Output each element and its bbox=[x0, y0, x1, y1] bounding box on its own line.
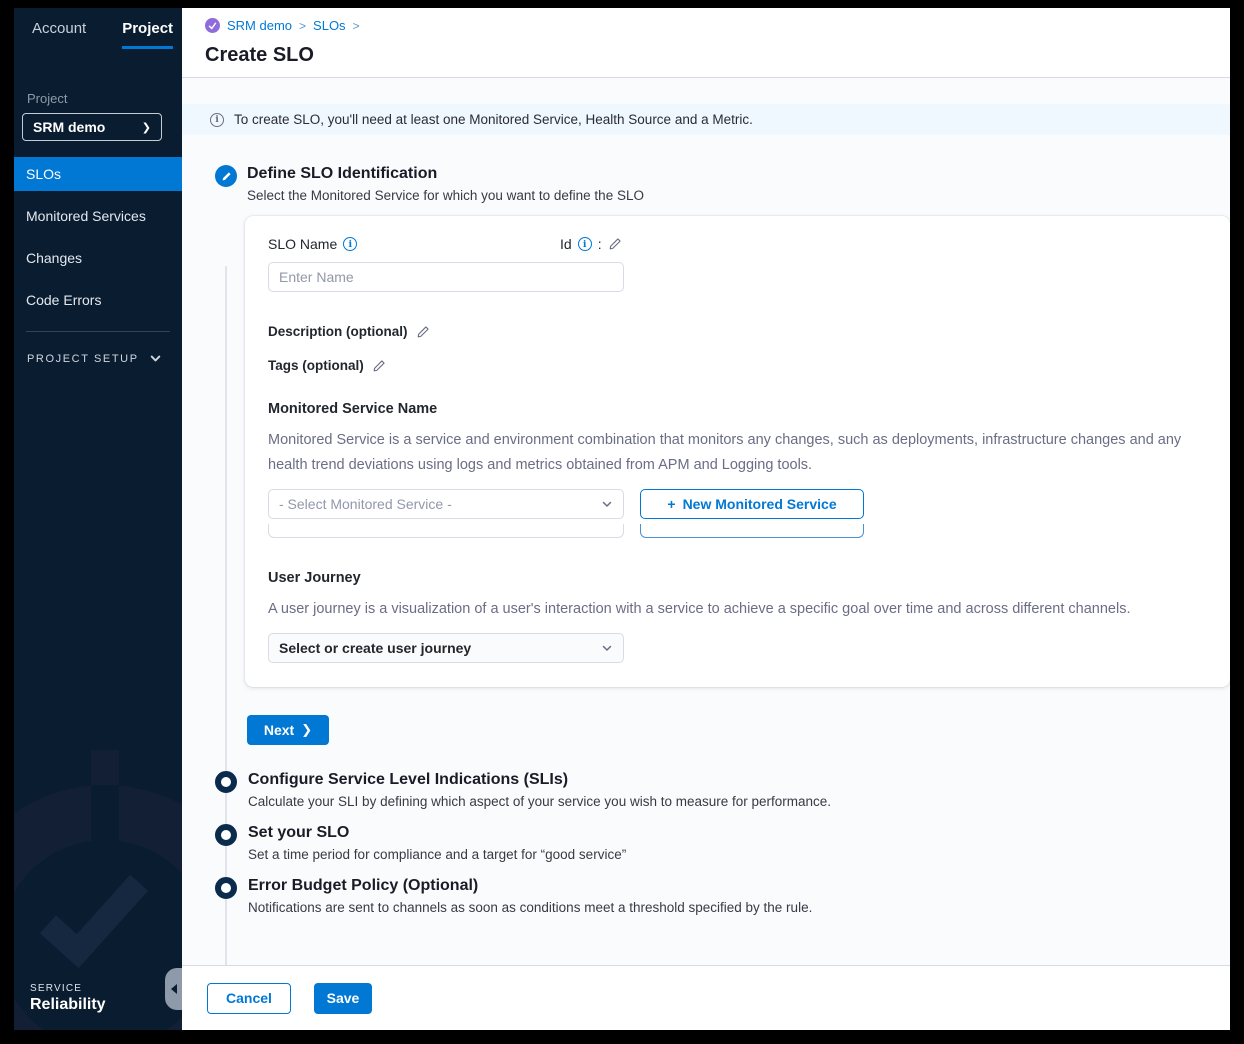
sidebar-divider bbox=[26, 331, 170, 332]
slo-name-input[interactable] bbox=[268, 262, 624, 292]
srm-module-icon bbox=[205, 18, 220, 33]
sidebar-item-monitored-services[interactable]: Monitored Services bbox=[14, 199, 182, 233]
step1-title: Define SLO Identification bbox=[247, 165, 644, 183]
breadcrumb-separator: > bbox=[353, 19, 360, 33]
scope-tabs: Account Project bbox=[14, 8, 182, 49]
chevron-right-icon: ❯ bbox=[142, 121, 151, 134]
save-button[interactable]: Save bbox=[314, 983, 372, 1014]
main-panel: SRM demo > SLOs > Create SLO i To create… bbox=[182, 8, 1230, 1030]
step-subtitle: Notifications are sent to channels as so… bbox=[248, 900, 812, 915]
project-setup-toggle[interactable]: PROJECT SETUP bbox=[27, 352, 182, 365]
breadcrumb-separator: > bbox=[299, 19, 306, 33]
step-subtitle: Set a time period for compliance and a t… bbox=[248, 847, 626, 862]
description-label-text: Description (optional) bbox=[268, 324, 408, 339]
sidebar-collapse-button[interactable] bbox=[165, 968, 182, 1010]
tab-project[interactable]: Project bbox=[122, 20, 173, 49]
tags-label-text: Tags (optional) bbox=[268, 358, 364, 373]
step-pending-badge bbox=[215, 877, 237, 899]
sidebar: Account Project Project SRM demo ❯ SLOs … bbox=[14, 8, 182, 1030]
monitored-service-row: - Select Monitored Service - + New Monit… bbox=[268, 489, 1230, 519]
project-section-label: Project bbox=[27, 91, 182, 106]
breadcrumb-slos[interactable]: SLOs bbox=[313, 18, 346, 33]
user-journey-description: A user journey is a visualization of a u… bbox=[268, 597, 1193, 622]
slo-identification-card: SLO Name i Id i : Description (optional) bbox=[245, 216, 1230, 687]
monitored-service-select[interactable]: - Select Monitored Service - bbox=[268, 489, 624, 519]
project-selector-value: SRM demo bbox=[33, 119, 105, 135]
user-journey-row: Select or create user journey bbox=[268, 633, 1230, 663]
info-icon: i bbox=[210, 113, 224, 127]
slo-name-label-text: SLO Name bbox=[268, 236, 337, 252]
duplicate-controls-artifact bbox=[268, 524, 1230, 538]
form-footer: Cancel Save bbox=[182, 965, 1230, 1030]
step-title: Set your SLO bbox=[248, 824, 626, 842]
tab-account[interactable]: Account bbox=[32, 20, 86, 49]
wizard-step-define-slo: Define SLO Identification Select the Mon… bbox=[215, 165, 1230, 203]
app-window: Account Project Project SRM demo ❯ SLOs … bbox=[14, 8, 1230, 1030]
tags-label: Tags (optional) bbox=[268, 358, 1230, 373]
brand-service-label: SERVICE bbox=[30, 983, 106, 994]
info-icon[interactable]: i bbox=[578, 237, 592, 251]
sidebar-item-slos[interactable]: SLOs bbox=[14, 157, 182, 191]
user-journey-title: User Journey bbox=[268, 570, 1230, 586]
sidebar-nav: SLOs Monitored Services Changes Code Err… bbox=[14, 157, 182, 317]
chevron-down-icon bbox=[601, 642, 613, 654]
brand-reliability-label: Reliability bbox=[30, 996, 106, 1014]
step-subtitle: Calculate your SLI by defining which asp… bbox=[248, 794, 831, 809]
slo-name-label: SLO Name i bbox=[268, 236, 560, 252]
step-pending-badge bbox=[215, 771, 237, 793]
sidebar-item-changes[interactable]: Changes bbox=[14, 241, 182, 275]
info-icon[interactable]: i bbox=[343, 237, 357, 251]
step-pending-badge bbox=[215, 824, 237, 846]
wizard-step-slis[interactable]: Configure Service Level Indications (SLI… bbox=[215, 771, 1230, 809]
next-button-label: Next bbox=[264, 722, 294, 738]
edit-pencil-icon bbox=[221, 171, 232, 182]
sidebar-item-code-errors[interactable]: Code Errors bbox=[14, 283, 182, 317]
new-monitored-service-label: New Monitored Service bbox=[683, 496, 837, 512]
info-banner: i To create SLO, you'll need at least on… bbox=[182, 104, 1230, 135]
step-title: Configure Service Level Indications (SLI… bbox=[248, 771, 831, 789]
breadcrumb: SRM demo > SLOs > bbox=[205, 18, 1230, 33]
chevron-down-icon bbox=[149, 352, 162, 365]
breadcrumb-project[interactable]: SRM demo bbox=[227, 18, 292, 33]
page-content: i To create SLO, you'll need at least on… bbox=[182, 78, 1230, 1030]
ghost-button-outline bbox=[640, 524, 864, 538]
user-journey-select[interactable]: Select or create user journey bbox=[268, 633, 624, 663]
new-monitored-service-button[interactable]: + New Monitored Service bbox=[640, 489, 864, 519]
ghost-select-outline bbox=[268, 524, 624, 538]
step-active-badge bbox=[215, 165, 237, 187]
next-button[interactable]: Next ❯ bbox=[247, 715, 329, 745]
edit-icon[interactable] bbox=[416, 325, 430, 339]
edit-icon[interactable] bbox=[372, 359, 386, 373]
chevron-right-icon: ❯ bbox=[301, 722, 312, 738]
check-icon bbox=[40, 856, 148, 968]
project-selector[interactable]: SRM demo ❯ bbox=[22, 113, 162, 141]
monitored-service-title: Monitored Service Name bbox=[268, 401, 1230, 417]
info-banner-text: To create SLO, you'll need at least one … bbox=[234, 112, 753, 127]
page-header: SRM demo > SLOs > Create SLO bbox=[182, 8, 1230, 78]
chevron-down-icon bbox=[601, 498, 613, 510]
chevron-left-icon bbox=[171, 984, 177, 994]
edit-icon[interactable] bbox=[608, 237, 622, 251]
id-label-text: Id bbox=[560, 236, 572, 252]
cancel-button[interactable]: Cancel bbox=[207, 983, 291, 1014]
name-id-row: SLO Name i Id i : bbox=[268, 236, 1230, 252]
page-title: Create SLO bbox=[205, 44, 1230, 67]
description-label: Description (optional) bbox=[268, 324, 1230, 339]
monitored-service-description: Monitored Service is a service and envir… bbox=[268, 428, 1193, 478]
plus-icon: + bbox=[667, 496, 675, 512]
module-brand: SERVICE Reliability bbox=[30, 983, 106, 1014]
id-label-group: Id i : bbox=[560, 236, 622, 252]
id-colon: : bbox=[598, 236, 602, 252]
step-title: Error Budget Policy (Optional) bbox=[248, 877, 812, 895]
wizard-step-set-slo[interactable]: Set your SLO Set a time period for compl… bbox=[215, 824, 1230, 862]
wizard-step-error-budget[interactable]: Error Budget Policy (Optional) Notificat… bbox=[215, 877, 1230, 915]
user-journey-select-value: Select or create user journey bbox=[279, 640, 471, 656]
project-setup-label: PROJECT SETUP bbox=[27, 353, 139, 365]
wizard-pending-steps: Configure Service Level Indications (SLI… bbox=[215, 771, 1230, 915]
monitored-service-select-value: - Select Monitored Service - bbox=[279, 496, 452, 512]
step1-subtitle: Select the Monitored Service for which y… bbox=[247, 188, 644, 203]
